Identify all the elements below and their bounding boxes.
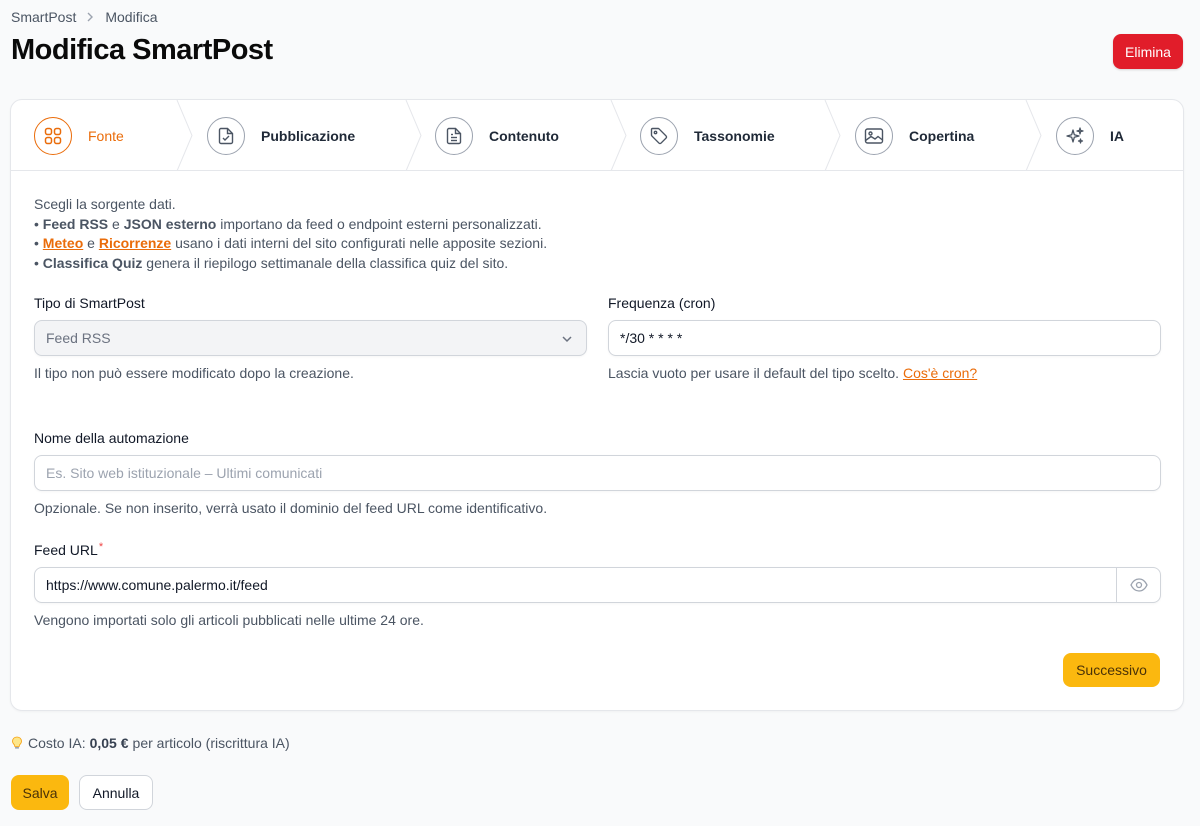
step-divider bbox=[824, 100, 841, 171]
required-marker: * bbox=[98, 541, 104, 553]
step-ia[interactable]: IA bbox=[1056, 100, 1124, 171]
cancel-button[interactable]: Annulla bbox=[79, 775, 153, 810]
url-label: Feed URL* bbox=[34, 541, 104, 558]
eye-icon bbox=[1129, 578, 1148, 592]
type-select-value: Feed RSS bbox=[46, 330, 111, 346]
step-copertina[interactable]: Copertina bbox=[855, 100, 974, 171]
url-hint: Vengono importati solo gli articoli pubb… bbox=[34, 612, 424, 628]
cron-help-link[interactable]: Cos'è cron? bbox=[903, 365, 977, 381]
meteo-link[interactable]: Meteo bbox=[43, 235, 83, 251]
toggle-visibility-button[interactable] bbox=[1116, 568, 1160, 602]
cron-input[interactable]: */30 * * * * bbox=[608, 320, 1161, 356]
step-label: Contenuto bbox=[489, 127, 559, 144]
name-hint: Opzionale. Se non inserito, verrà usato … bbox=[34, 500, 548, 516]
page-title: Modifica SmartPost bbox=[11, 34, 273, 66]
breadcrumb-root[interactable]: SmartPost bbox=[11, 9, 76, 25]
step-tassonomie[interactable]: Tassonomie bbox=[640, 100, 775, 171]
image-icon bbox=[855, 116, 893, 155]
automation-name-placeholder: Es. Sito web istituzionale – Ultimi comu… bbox=[46, 465, 323, 481]
cron-label: Frequenza (cron) bbox=[608, 295, 716, 311]
step-fonte[interactable]: Fonte bbox=[34, 100, 124, 171]
source-description: Scegli la sorgente dati. • Feed RSS e JS… bbox=[34, 195, 547, 273]
ricorrenze-link[interactable]: Ricorrenze bbox=[99, 235, 171, 251]
step-divider bbox=[405, 100, 422, 171]
intro-line: • Feed RSS e JSON esterno importano da f… bbox=[34, 215, 542, 232]
feed-url-input[interactable]: https://www.comune.palermo.it/feed bbox=[34, 567, 1161, 603]
breadcrumb: SmartPost Modifica bbox=[11, 9, 158, 25]
form-card: Fonte Pubblicazione Contenuto Tassonomie… bbox=[10, 99, 1184, 711]
intro-line: Scegli la sorgente dati. bbox=[34, 196, 176, 212]
step-label: Tassonomie bbox=[694, 127, 775, 144]
type-label: Tipo di SmartPost bbox=[34, 295, 145, 311]
next-button[interactable]: Successivo bbox=[1063, 653, 1160, 687]
type-select[interactable]: Feed RSS bbox=[34, 320, 587, 356]
step-divider bbox=[1025, 100, 1042, 171]
name-label: Nome della automazione bbox=[34, 430, 189, 446]
save-button[interactable]: Salva bbox=[11, 775, 69, 810]
automation-name-input[interactable]: Es. Sito web istituzionale – Ultimi comu… bbox=[34, 455, 1161, 491]
feed-url-value: https://www.comune.palermo.it/feed bbox=[46, 577, 268, 593]
step-contenuto[interactable]: Contenuto bbox=[435, 100, 559, 171]
file-check-icon bbox=[207, 116, 245, 155]
tag-icon bbox=[640, 116, 678, 155]
step-label: Pubblicazione bbox=[261, 127, 356, 144]
step-label: Fonte bbox=[88, 127, 124, 144]
step-pubblicazione[interactable]: Pubblicazione bbox=[207, 100, 355, 171]
grid-icon bbox=[34, 116, 72, 155]
ai-cost-note: Costo IA: 0,05 € per articolo (riscrittu… bbox=[11, 735, 290, 751]
step-divider bbox=[176, 100, 193, 171]
cron-hint: Lascia vuoto per usare il default del ti… bbox=[608, 365, 978, 381]
step-divider bbox=[610, 100, 627, 171]
stepper: Fonte Pubblicazione Contenuto Tassonomie… bbox=[11, 100, 1183, 171]
cron-input-value: */30 * * * * bbox=[620, 330, 683, 346]
chevron-down-icon bbox=[562, 336, 572, 343]
sparkles-icon bbox=[1056, 116, 1094, 155]
type-hint: Il tipo non può essere modificato dopo l… bbox=[34, 365, 354, 381]
step-label: IA bbox=[1110, 127, 1124, 144]
file-text-icon bbox=[435, 116, 473, 155]
intro-line: • Classifica Quiz genera il riepilogo se… bbox=[34, 254, 509, 271]
delete-button[interactable]: Elimina bbox=[1113, 34, 1183, 69]
step-label: Copertina bbox=[909, 127, 975, 144]
ai-cost-amount: 0,05 € bbox=[89, 735, 129, 751]
breadcrumb-current: Modifica bbox=[105, 9, 158, 25]
chevron-right-icon bbox=[86, 10, 95, 25]
lightbulb-icon bbox=[12, 736, 22, 749]
intro-line: • Meteo e Ricorrenze usano i dati intern… bbox=[34, 235, 548, 251]
